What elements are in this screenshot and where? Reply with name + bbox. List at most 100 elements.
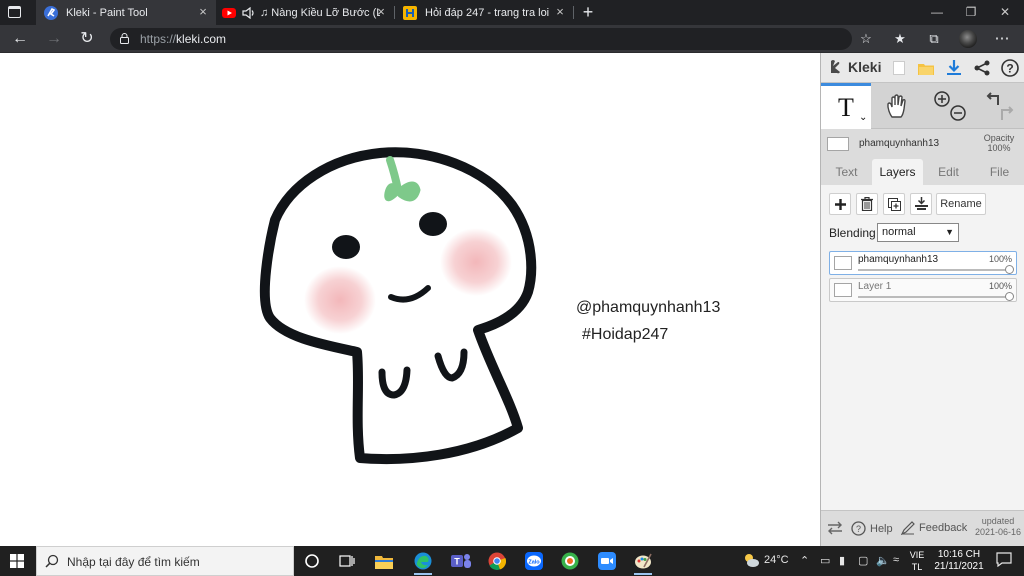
blending-label: Blending: [829, 226, 876, 240]
zalo-icon[interactable]: Zalo: [524, 551, 544, 571]
right-blush: [440, 228, 512, 296]
tab-close-icon[interactable]: ×: [196, 5, 210, 19]
tab-title: Hỏi đáp 247 - trang tra loi: [425, 6, 550, 19]
more-options-icon[interactable]: ⋯: [992, 29, 1012, 49]
minimize-icon[interactable]: —: [920, 0, 954, 25]
drawing-canvas[interactable]: @phamquynhanh13 #Hoidap247: [0, 53, 820, 546]
duplicate-icon: [887, 197, 901, 211]
help-circle-icon[interactable]: ?: [1000, 58, 1020, 78]
left-hand: [378, 366, 411, 399]
kleki-logo-icon: [831, 60, 840, 74]
layer-opacity-slider[interactable]: [858, 296, 1010, 298]
taskbar-search-box[interactable]: Nhập tại đây để tìm kiếm: [36, 546, 294, 576]
new-tab-button[interactable]: +: [578, 2, 598, 22]
share-icon[interactable]: [972, 58, 992, 78]
tab-youtube[interactable]: ♫ Nàng Kiều Lỡ Bước (Lofi ×: [216, 0, 394, 25]
tab-edit[interactable]: Edit: [923, 159, 974, 185]
coccoc-browser-icon[interactable]: [560, 551, 580, 571]
layer-thumbnail: [834, 256, 852, 270]
windows-start-icon[interactable]: [10, 554, 24, 568]
new-image-icon[interactable]: [889, 58, 909, 78]
swap-sides-button[interactable]: [827, 521, 843, 535]
plus-icon: [834, 198, 846, 210]
teams-icon[interactable]: T: [451, 551, 471, 571]
help-button[interactable]: ? Help: [851, 521, 893, 536]
active-app-indicator: [634, 573, 652, 575]
paint-icon[interactable]: [633, 551, 653, 571]
svg-text:?: ?: [1006, 62, 1013, 76]
tab-separator: [573, 6, 574, 19]
wifi-icon[interactable]: ≈: [893, 554, 899, 566]
layers-panel: Rename Blending normal ▼ phamquynhanh13 …: [821, 185, 1024, 510]
weather-icon[interactable]: [742, 552, 760, 571]
favorites-icon[interactable]: ★: [890, 29, 910, 49]
delete-layer-button[interactable]: [856, 193, 878, 215]
tab-kleki[interactable]: Kleki - Paint Tool ×: [36, 0, 216, 25]
layer-name: phamquynhanh13: [858, 254, 939, 265]
speaker-icon[interactable]: [242, 6, 256, 19]
edge-browser-icon[interactable]: [413, 551, 433, 571]
tab-hoidap247[interactable]: Hỏi đáp 247 - trang tra loi ×: [395, 0, 573, 25]
profile-avatar[interactable]: [959, 30, 977, 48]
add-favorite-icon[interactable]: ☆: [856, 29, 876, 49]
feedback-button[interactable]: Feedback: [901, 521, 967, 535]
network-icon[interactable]: ▭: [820, 554, 830, 567]
blending-select[interactable]: normal ▼: [877, 223, 959, 242]
tab-layers[interactable]: Layers: [872, 159, 923, 185]
windows-taskbar: Nhập tại đây để tìm kiếm T Zalo 24°C ⌃ ▭…: [0, 546, 1024, 576]
tab-title: ♫ Nàng Kiều Lỡ Bước (Lofi: [260, 6, 380, 19]
duplicate-layer-button[interactable]: [883, 193, 905, 215]
tab-text[interactable]: Text: [821, 159, 872, 185]
layer-thumbnail: [827, 137, 849, 151]
close-window-icon[interactable]: ✕: [988, 0, 1022, 25]
meet-now-icon[interactable]: ▢: [858, 554, 868, 567]
text-tool-button[interactable]: T ⌄: [821, 83, 871, 129]
search-placeholder: Nhập tại đây để tìm kiếm: [67, 555, 200, 569]
zoom-meetings-icon[interactable]: [597, 551, 617, 571]
layer-row-phamquynhanh13[interactable]: phamquynhanh13 100%: [829, 251, 1017, 275]
rename-layer-button[interactable]: Rename: [936, 193, 986, 215]
hand-tool-button[interactable]: [873, 83, 923, 129]
window-menu-icon[interactable]: [8, 6, 21, 18]
open-folder-icon[interactable]: [916, 58, 936, 78]
address-bar[interactable]: https://kleki.com: [110, 28, 852, 50]
chrome-icon[interactable]: [487, 551, 507, 571]
layer-opacity-slider[interactable]: [858, 269, 1010, 271]
task-view-cortana-icon[interactable]: [302, 551, 322, 571]
back-arrow-icon[interactable]: ←: [10, 29, 30, 49]
chevron-down-icon[interactable]: ⌄: [859, 112, 867, 123]
merge-down-button[interactable]: [910, 193, 932, 215]
undo-redo-button[interactable]: [975, 83, 1024, 129]
tab-close-icon[interactable]: ×: [553, 5, 567, 19]
battery-icon[interactable]: ▮: [839, 554, 845, 567]
file-explorer-icon[interactable]: [374, 551, 394, 571]
tab-file[interactable]: File: [974, 159, 1024, 185]
zoom-button[interactable]: [925, 83, 975, 129]
task-view-icon[interactable]: [337, 551, 357, 571]
swap-arrows-icon: [828, 521, 842, 535]
reload-icon[interactable]: ↻: [77, 29, 97, 49]
lock-icon[interactable]: [120, 33, 129, 44]
restore-icon[interactable]: ❐: [954, 0, 988, 25]
hoidap-favicon-icon: [403, 5, 417, 20]
tool-row: T ⌄: [821, 83, 1024, 129]
collections-icon[interactable]: ⧉: [924, 29, 944, 49]
panel-tabs: Text Layers Edit File: [821, 159, 1024, 185]
forward-arrow-icon[interactable]: →: [44, 29, 64, 49]
volume-icon[interactable]: 🔈: [876, 554, 890, 567]
show-hidden-icons-icon[interactable]: ⌃: [800, 554, 809, 567]
weather-temperature[interactable]: 24°C: [764, 554, 789, 566]
layer-row-layer-1[interactable]: Layer 1 100%: [829, 278, 1017, 302]
download-icon[interactable]: [944, 58, 964, 78]
layer-opacity-handle[interactable]: [1005, 265, 1014, 274]
add-layer-button[interactable]: [829, 193, 851, 215]
layer-opacity-handle[interactable]: [1005, 292, 1014, 301]
system-clock[interactable]: 10:16 CH 21/11/2021: [930, 549, 988, 573]
kleki-logo[interactable]: Kleki: [827, 58, 881, 76]
notifications-icon[interactable]: [996, 551, 1012, 570]
text-tool-icon: T: [838, 92, 854, 122]
search-icon: [45, 554, 59, 568]
tab-close-icon[interactable]: ×: [374, 5, 388, 19]
svg-text:T: T: [454, 557, 460, 567]
input-language-indicator[interactable]: VIE TL: [906, 549, 928, 573]
